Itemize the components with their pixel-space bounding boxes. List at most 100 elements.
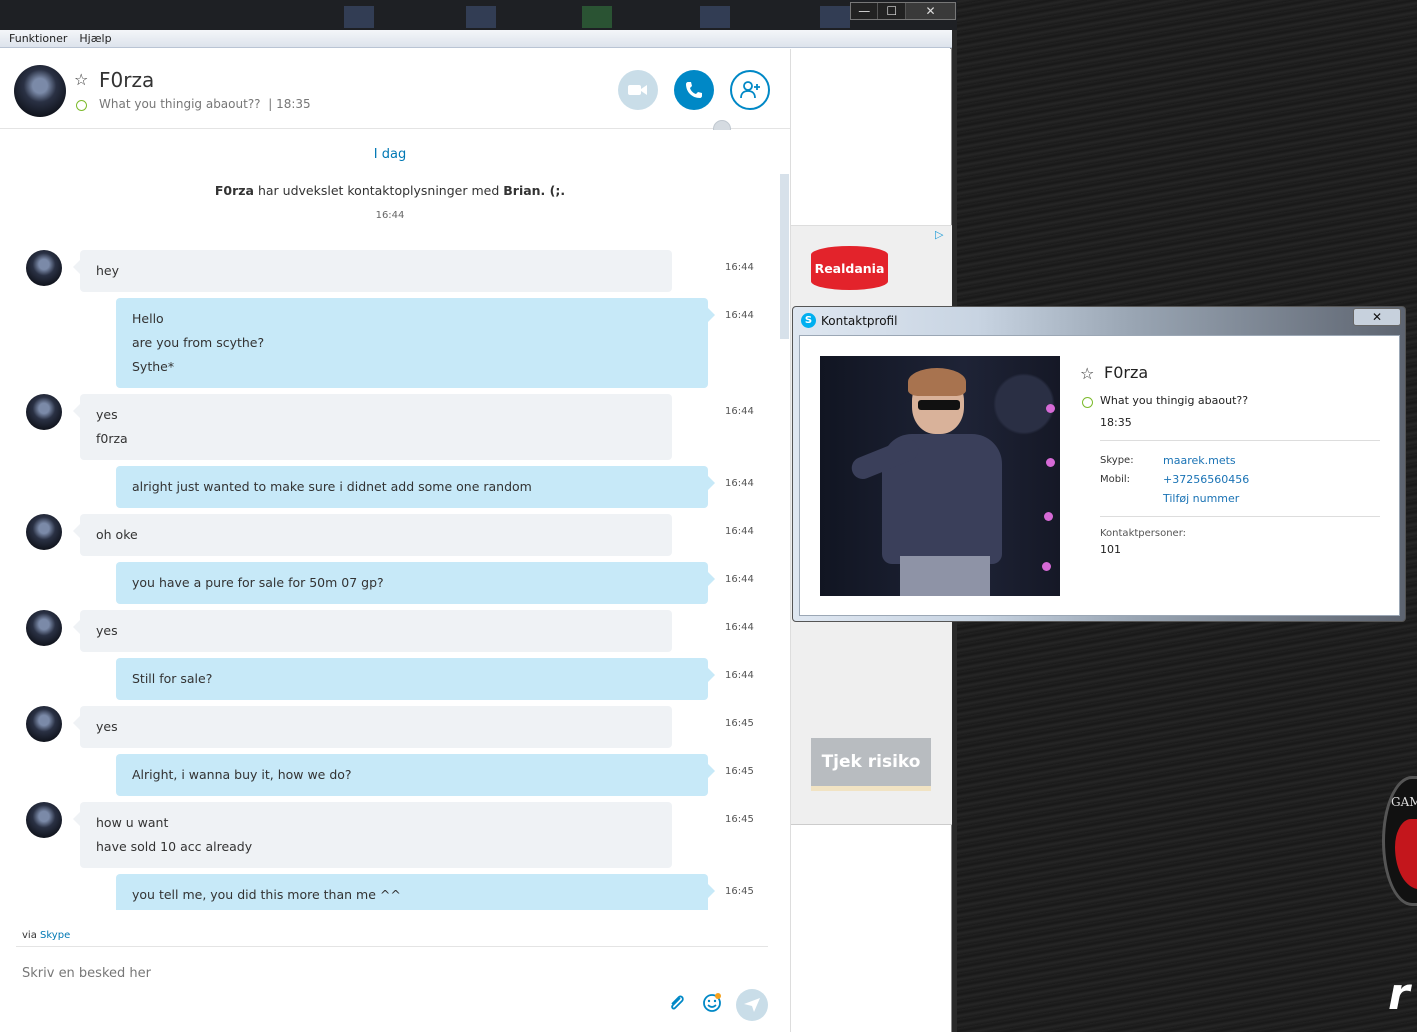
contact-name[interactable]: F0rza xyxy=(99,68,154,92)
taskbar-thumb-icon xyxy=(700,6,730,28)
message-text: how u want xyxy=(96,815,169,830)
message-time: 16:44 xyxy=(725,622,754,633)
outgoing-message[interactable]: Still for sale? xyxy=(116,658,715,700)
message-text: alright just wanted to make sure i didne… xyxy=(132,479,532,494)
ad-brand-logo[interactable]: Realdania xyxy=(811,246,888,290)
profile-skype-value[interactable]: maarek.mets xyxy=(1163,454,1236,467)
ad-choices-icon[interactable]: ▷ xyxy=(935,228,949,242)
mood-text: What you thingig abaout?? xyxy=(99,97,261,111)
message-avatar[interactable] xyxy=(26,394,62,430)
photo-light xyxy=(1046,458,1055,467)
ad-cta-button[interactable]: Tjek risiko xyxy=(811,738,931,786)
via-skype-link[interactable]: Skype xyxy=(40,930,70,941)
system-message-name: F0rza xyxy=(214,183,254,198)
menu-bar: Funktioner Hjælp xyxy=(0,30,952,48)
menu-item-funktioner[interactable]: Funktioner xyxy=(9,30,67,47)
message-time: 16:44 xyxy=(725,262,754,273)
chat-scrollbar[interactable] xyxy=(780,174,789,339)
via-prefix: via xyxy=(22,930,41,941)
message-time: 16:45 xyxy=(725,766,754,777)
message-time: 16:44 xyxy=(725,478,754,489)
desktop-mark: r xyxy=(1388,969,1410,1020)
profile-close-button[interactable]: ✕ xyxy=(1353,308,1401,326)
outgoing-message[interactable]: alright just wanted to make sure i didne… xyxy=(116,466,715,508)
message-time: 16:45 xyxy=(725,718,754,729)
photo-light xyxy=(1042,562,1051,571)
message-input[interactable] xyxy=(22,966,622,981)
message-avatar[interactable] xyxy=(26,250,62,286)
message-avatar[interactable] xyxy=(26,706,62,742)
profile-mobile-value[interactable]: +37256560456 xyxy=(1163,473,1249,486)
message-avatar[interactable] xyxy=(26,514,62,550)
via-label: via Skype xyxy=(22,930,70,941)
desktop-logo-text: GAM xyxy=(1391,795,1417,809)
message-text: oh oke xyxy=(96,527,138,542)
video-camera-icon xyxy=(628,85,647,95)
incoming-message[interactable]: oh oke xyxy=(73,514,672,556)
contact-mood: What you thingig abaout?? | 18:35 xyxy=(99,97,311,111)
audio-call-button[interactable] xyxy=(674,70,714,110)
system-message-text: har udvekslet kontaktoplysninger med xyxy=(253,183,504,198)
photo-glasses xyxy=(918,400,960,410)
mood-time: 18:35 xyxy=(276,97,311,111)
conversation-header: ☆ F0rza What you thingig abaout?? | 18:3… xyxy=(0,49,790,129)
system-message: F0rza har udvekslet kontaktoplysninger m… xyxy=(0,183,780,198)
incoming-message[interactable]: yes xyxy=(73,610,672,652)
attach-paperclip-icon[interactable] xyxy=(668,993,686,1018)
close-button[interactable]: ✕ xyxy=(905,3,955,19)
system-message-target: Brian. (;. xyxy=(503,183,566,198)
minimize-button[interactable]: — xyxy=(851,3,879,19)
profile-body: ☆ F0rza What you thingig abaout?? 18:35 … xyxy=(799,335,1400,616)
profile-status-icon xyxy=(1082,397,1093,408)
message-time: 16:44 xyxy=(725,310,754,321)
favorite-star-icon[interactable]: ☆ xyxy=(74,70,88,89)
profile-divider xyxy=(1100,516,1380,517)
photo-legs xyxy=(900,556,990,596)
message-text: Still for sale? xyxy=(132,671,213,686)
window-titlebar[interactable]: — ☐ ✕ xyxy=(0,0,957,30)
incoming-message[interactable]: how u want have sold 10 acc already xyxy=(73,802,672,868)
outgoing-message[interactable]: you have a pure for sale for 50m 07 gp? xyxy=(116,562,715,604)
profile-photo[interactable] xyxy=(820,356,1060,596)
maximize-button[interactable]: ☐ xyxy=(878,3,906,19)
message-text: yes xyxy=(96,719,118,734)
profile-window-title: Kontaktprofil xyxy=(821,314,898,328)
message-avatar[interactable] xyxy=(26,610,62,646)
incoming-message[interactable]: yes xyxy=(73,706,672,748)
taskbar-thumb-icon xyxy=(344,6,374,28)
incoming-message[interactable]: yes f0rza xyxy=(73,394,672,460)
message-text: Alright, i wanna buy it, how we do? xyxy=(132,767,352,782)
photo-hair xyxy=(908,368,966,396)
message-text: you tell me, you did this more than me ^… xyxy=(132,887,401,902)
profile-add-number-link[interactable]: Tilføj nummer xyxy=(1163,492,1239,505)
send-arrow-icon xyxy=(744,998,760,1012)
skype-logo-icon: S xyxy=(801,313,816,328)
message-avatar[interactable] xyxy=(26,802,62,838)
profile-mood: What you thingig abaout?? xyxy=(1100,394,1249,407)
outgoing-message[interactable]: you tell me, you did this more than me ^… xyxy=(116,874,715,910)
send-button[interactable] xyxy=(736,989,768,1021)
profile-mobile-label: Mobil: xyxy=(1100,474,1131,485)
profile-time: 18:35 xyxy=(1100,416,1132,429)
profile-skype-label: Skype: xyxy=(1100,455,1134,466)
message-list[interactable]: I dag F0rza har udvekslet kontaktoplysni… xyxy=(0,130,790,910)
message-text: have sold 10 acc already xyxy=(96,839,253,854)
photo-light xyxy=(1046,404,1055,413)
add-participant-button[interactable] xyxy=(730,70,770,110)
outgoing-message[interactable]: Alright, i wanna buy it, how we do? xyxy=(116,754,715,796)
message-text: are you from scythe? xyxy=(132,335,265,350)
desktop-logo-shield xyxy=(1395,819,1417,889)
phone-icon xyxy=(686,82,702,98)
incoming-message[interactable]: hey xyxy=(73,250,672,292)
menu-item-hjaelp[interactable]: Hjælp xyxy=(79,30,111,47)
outgoing-message[interactable]: Hello are you from scythe? Sythe* xyxy=(116,298,715,388)
taskbar-thumb-icon xyxy=(466,6,496,28)
emoticon-icon[interactable] xyxy=(702,992,722,1017)
message-time: 16:44 xyxy=(725,670,754,681)
taskbar-thumb-icon xyxy=(582,6,612,28)
system-message-time: 16:44 xyxy=(375,210,405,221)
contact-avatar[interactable] xyxy=(14,65,66,117)
message-text: Sythe* xyxy=(132,359,175,374)
profile-favorite-star-icon[interactable]: ☆ xyxy=(1080,364,1094,383)
video-call-button[interactable] xyxy=(618,70,658,110)
